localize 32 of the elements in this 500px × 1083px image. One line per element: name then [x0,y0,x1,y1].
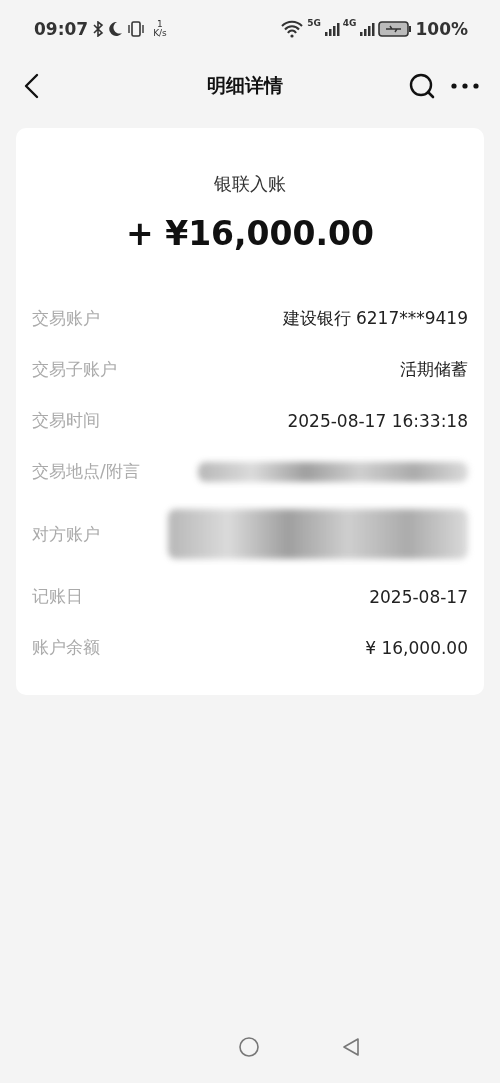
signal-icon [323,21,340,37]
signal-icon [359,21,376,37]
transaction-type: 银联入账 [214,172,286,196]
moon-icon [108,21,124,37]
field-value: 活期储蓄 [400,358,468,381]
network-label: 4G [342,18,357,28]
status-time: 09:07 [34,19,89,39]
battery-icon [378,20,413,38]
transaction-amount: + ¥16,000.00 [126,214,374,253]
wifi-icon [280,20,305,38]
battery-percent: 100% [415,19,468,39]
speed-unit: K/s [153,29,167,38]
field-label: 交易地点/附言 [32,460,140,483]
field-label: 账户余额 [32,636,100,659]
field-label: 对方账户 [32,522,100,546]
search-icon[interactable] [408,72,436,100]
network-label: 5G [307,18,321,28]
field-label: 交易子账户 [32,358,117,381]
speed-value: 1 [157,20,163,29]
more-icon[interactable] [450,82,480,90]
page-title: 明细详情 [206,73,284,98]
field-value: 建设银行 6217***9419 [282,307,468,330]
back-triangle-icon[interactable] [340,1036,362,1058]
field-label: 交易时间 [32,409,100,432]
field-value: ¥ 16,000.00 [365,637,468,658]
home-icon[interactable] [238,1036,260,1058]
vibrate-icon [126,21,147,37]
field-label: 记账日 [32,585,83,608]
field-value: 2025-08-17 [369,586,468,607]
field-label: 交易账户 [32,307,100,330]
field-value: 2025-08-17 16:33:18 [287,410,468,431]
bluetooth-icon [91,21,106,37]
